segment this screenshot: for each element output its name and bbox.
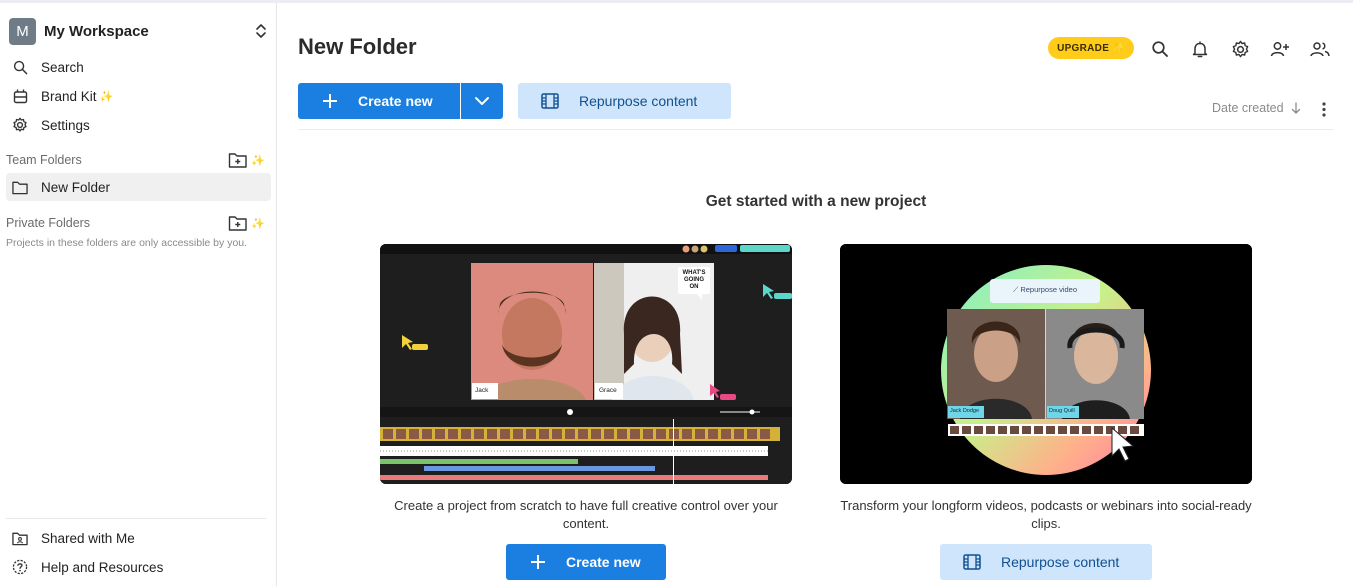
sidebar-item-shared[interactable]: Shared with Me xyxy=(6,524,271,552)
private-folders-note: Projects in these folders are only acces… xyxy=(6,237,248,249)
page-title: New Folder xyxy=(298,34,417,59)
sidebar-item-label: Brand Kit xyxy=(41,88,97,104)
divider xyxy=(298,129,1334,130)
repurpose-preview[interactable]: ⟋ Repurpose video Jack Dodge Doug Quill xyxy=(840,244,1252,484)
film-icon xyxy=(963,554,981,570)
search-icon xyxy=(12,59,28,75)
workspace-name: My Workspace xyxy=(44,22,149,40)
create-new-label: Create new xyxy=(358,93,433,109)
sidebar-item-help[interactable]: Help and Resources xyxy=(6,553,271,581)
speaker-name-right: Doug Quill xyxy=(1049,408,1075,414)
gear-icon[interactable] xyxy=(1229,38,1251,60)
sort-dropdown[interactable]: Date created xyxy=(1212,101,1301,115)
folder-icon xyxy=(12,179,28,195)
upgrade-button[interactable]: UPGRADE ✨ xyxy=(1048,37,1134,59)
sidebar-item-search[interactable]: Search xyxy=(6,53,271,81)
sidebar-item-new-folder[interactable]: New Folder xyxy=(6,173,271,201)
help-icon xyxy=(12,559,28,575)
arrow-down-icon xyxy=(1291,101,1301,115)
repurpose-pill: ⟋ Repurpose video xyxy=(990,285,1100,295)
folder-plus-icon xyxy=(228,214,248,232)
create-new-button[interactable]: Create new xyxy=(298,83,460,119)
repurpose-pill-label: Repurpose video xyxy=(1020,285,1078,294)
sort-label: Date created xyxy=(1212,101,1284,115)
empty-state-heading: Get started with a new project xyxy=(705,193,927,210)
sparkle-icon: ✨ xyxy=(251,154,265,167)
folder-plus-icon xyxy=(228,151,248,169)
repurpose-label: Repurpose content xyxy=(1001,554,1120,570)
sidebar-item-brand-kit[interactable]: Brand Kit ✨ xyxy=(6,82,271,110)
plus-icon xyxy=(530,554,546,570)
plus-icon xyxy=(322,93,338,109)
repurpose-description: Transform your longform videos, podcasts… xyxy=(840,498,1252,531)
create-project-preview[interactable]: WHAT'S GOING ON Jack Grace xyxy=(380,244,792,484)
create-new-label: Create new xyxy=(566,554,641,570)
create-project-description: Create a project from scratch to have fu… xyxy=(394,498,778,531)
speaker-name-right: Grace xyxy=(599,387,617,394)
repurpose-content-button[interactable]: Repurpose content xyxy=(518,83,731,119)
team-icon[interactable] xyxy=(1309,38,1331,60)
more-options-icon[interactable] xyxy=(1316,100,1332,118)
sidebar-item-label: Search xyxy=(41,59,84,75)
sparkle-icon: ✨ xyxy=(251,217,265,230)
bubble-line: GOING xyxy=(683,277,704,283)
bubble-line: WHAT'S xyxy=(682,270,706,276)
upgrade-label: UPGRADE xyxy=(1057,42,1110,54)
chevron-up-down-icon[interactable] xyxy=(253,22,269,40)
add-user-icon[interactable] xyxy=(1269,38,1291,60)
search-icon[interactable] xyxy=(1149,38,1171,60)
film-icon xyxy=(541,93,559,109)
sidebar-item-label: New Folder xyxy=(41,179,111,195)
add-team-folder-button[interactable]: ✨ xyxy=(228,151,265,169)
shared-folder-icon xyxy=(12,530,28,546)
sidebar-item-label: Settings xyxy=(41,117,90,133)
empty-state-repurpose-button[interactable]: Repurpose content xyxy=(940,544,1152,580)
sidebar-item-settings[interactable]: Settings xyxy=(6,111,271,139)
divider xyxy=(6,518,266,519)
gear-icon xyxy=(12,117,28,133)
team-folders-title: Team Folders xyxy=(6,153,82,167)
workspace-switcher[interactable]: M My Workspace xyxy=(9,16,269,46)
private-folders-title: Private Folders xyxy=(6,216,91,230)
speech-bubble: WHAT'S GOING ON xyxy=(680,270,708,291)
empty-state-create-new-button[interactable]: Create new xyxy=(506,544,666,580)
workspace-avatar: M xyxy=(9,17,36,45)
add-private-folder-button[interactable]: ✨ xyxy=(228,214,265,232)
chevron-down-icon xyxy=(474,96,490,106)
repurpose-label: Repurpose content xyxy=(579,93,698,109)
sidebar: M My Workspace Search Brand Kit ✨ Settin… xyxy=(0,3,277,586)
sparkle-icon: ✨ xyxy=(99,90,114,103)
sidebar-item-label: Help and Resources xyxy=(41,559,164,575)
bell-icon[interactable] xyxy=(1189,38,1211,60)
sidebar-item-label: Shared with Me xyxy=(41,530,135,546)
bubble-line: ON xyxy=(689,284,699,290)
brand-kit-icon xyxy=(12,88,28,104)
speaker-name-left: Jack xyxy=(475,387,489,394)
sparkle-icon: ✨ xyxy=(1112,42,1125,54)
create-new-dropdown-button[interactable] xyxy=(461,83,503,119)
speaker-name-left: Jack Dodge xyxy=(950,408,980,414)
